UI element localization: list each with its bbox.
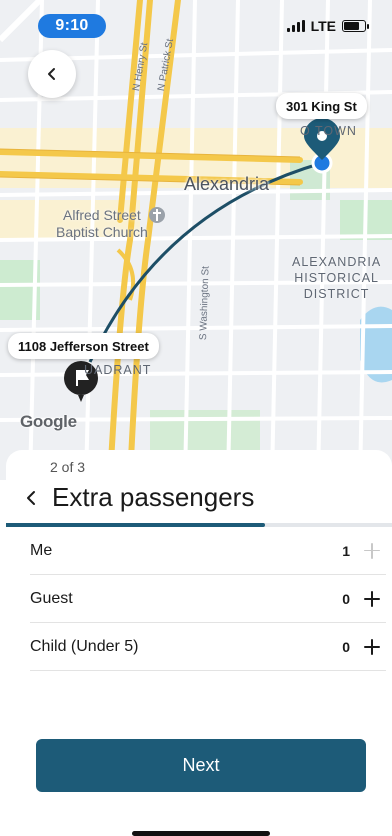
next-button[interactable]: Next: [36, 739, 366, 792]
quadrant-label-line2: UADRANT: [84, 363, 152, 377]
passenger-row-me: Me 1: [30, 527, 386, 575]
step-indicator: 2 of 3: [50, 459, 86, 475]
passenger-counter: 0: [342, 638, 386, 655]
origin-callout[interactable]: 1108 Jefferson Street: [8, 333, 159, 359]
status-icons: LTE: [286, 18, 369, 34]
sheet-header: Extra passengers: [24, 482, 254, 513]
passenger-label: Child (Under 5): [30, 637, 139, 655]
passenger-label: Guest: [30, 589, 73, 607]
chevron-left-icon: [27, 490, 35, 505]
city-label: Alexandria: [184, 174, 270, 194]
chevron-left-icon: [48, 68, 55, 80]
church-icon: [149, 207, 165, 223]
plus-icon[interactable]: [364, 590, 380, 607]
signal-icon: [286, 20, 305, 32]
district-label-line1: ALEXANDRIA: [292, 255, 382, 269]
poi-label-church-line1: Alfred Street: [63, 207, 141, 223]
network-label: LTE: [310, 18, 336, 34]
plus-icon[interactable]: [364, 638, 380, 655]
poi-label-church-line2: Baptist Church: [56, 224, 148, 240]
passenger-sheet: 2 of 3 Extra passengers Me 1 Guest 0 Chi…: [6, 450, 392, 836]
district-label-line3: DISTRICT: [303, 287, 370, 301]
status-time: 9:10: [38, 14, 106, 38]
battery-icon: [342, 20, 369, 32]
home-indicator[interactable]: [132, 831, 270, 836]
passenger-counter: 1: [342, 542, 386, 559]
area-label-oldtown: O TOWN: [300, 124, 357, 138]
passenger-count: 0: [342, 590, 350, 607]
passenger-count: 1: [342, 542, 350, 559]
passenger-counter: 0: [342, 590, 386, 607]
sheet-back-button[interactable]: [24, 489, 38, 507]
passenger-row-child: Child (Under 5) 0: [30, 623, 386, 671]
map-back-button[interactable]: [28, 50, 76, 98]
destination-callout[interactable]: 301 King St: [276, 93, 367, 119]
district-label: ALEXANDRIA HISTORICAL DISTRICT: [292, 254, 381, 302]
google-attribution[interactable]: Google: [20, 412, 77, 432]
district-label-line2: HISTORICAL: [294, 271, 379, 285]
poi-label-church: Alfred Street Baptist Church: [56, 207, 148, 241]
map-view[interactable]: 9:10 LTE N Henry St N Patrick St S Washi…: [0, 0, 392, 480]
passenger-label: Me: [30, 541, 53, 559]
page-title: Extra passengers: [52, 482, 255, 512]
battery-fill: [344, 22, 359, 30]
passenger-row-guest: Guest 0: [30, 575, 386, 623]
passenger-count: 0: [342, 638, 350, 655]
passenger-list: Me 1 Guest 0 Child (Under 5) 0: [30, 527, 386, 671]
plus-icon[interactable]: [364, 542, 380, 559]
